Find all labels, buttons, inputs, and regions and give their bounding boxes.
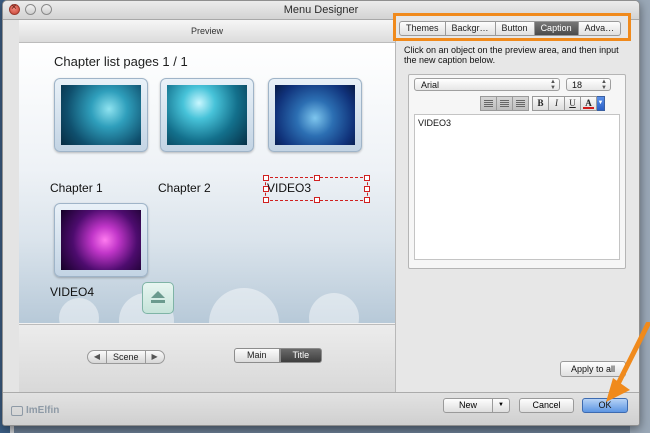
select-arrows-icon: ▲ ▼ bbox=[601, 79, 607, 91]
bokeh-decoration bbox=[309, 293, 359, 323]
underline-button[interactable]: U bbox=[564, 96, 581, 111]
bold-button[interactable]: B bbox=[532, 96, 549, 111]
caption-instruction: Click on an object on the preview area, … bbox=[404, 45, 619, 65]
scene-navigator: ◀ Scene ▶ bbox=[87, 350, 165, 364]
chapter-thumbnail-3[interactable] bbox=[268, 78, 362, 152]
page-title: Chapter list pages 1 / 1 bbox=[54, 54, 188, 69]
monitor-icon bbox=[11, 405, 23, 416]
chapter-thumbnail-1[interactable] bbox=[54, 78, 148, 152]
tab-advanced[interactable]: Adva… bbox=[578, 21, 622, 36]
align-left-icon bbox=[484, 100, 493, 107]
settings-tabs: Themes Backgr… Button Caption Adva… bbox=[399, 21, 622, 36]
bokeh-decoration bbox=[59, 298, 99, 323]
resize-handle[interactable] bbox=[364, 186, 370, 192]
preview-area[interactable]: Chapter list pages 1 / 1 Chapter 1 Chapt… bbox=[19, 43, 395, 323]
chapter-caption-2[interactable]: Chapter 2 bbox=[158, 181, 211, 195]
preview-footer: ◀ Scene ▶ Main Title bbox=[19, 324, 395, 393]
tabs-highlight-frame: Themes Backgr… Button Caption Adva… bbox=[393, 13, 631, 41]
bottom-bar: ImElfin New ▼ Cancel OK bbox=[3, 392, 639, 425]
color-dropdown-icon[interactable]: ▼ bbox=[596, 96, 605, 111]
underwater-cave-image bbox=[61, 85, 141, 145]
chapter-caption-1[interactable]: Chapter 1 bbox=[50, 181, 103, 195]
caption-editor: Arial ▲ ▼ 18 ▲ ▼ B I U A ▼ VIDEO3 bbox=[408, 74, 626, 269]
new-button[interactable]: New ▼ bbox=[443, 398, 510, 413]
font-family-value: Arial bbox=[421, 80, 440, 90]
resize-handle[interactable] bbox=[364, 175, 370, 181]
resize-handle[interactable] bbox=[314, 175, 320, 181]
main-title-toggle: Main Title bbox=[234, 348, 323, 363]
align-center-button[interactable] bbox=[496, 96, 513, 111]
previous-scene-button[interactable]: ◀ bbox=[87, 350, 107, 364]
tab-button[interactable]: Button bbox=[495, 21, 535, 36]
pointer-arrow-icon bbox=[606, 322, 650, 402]
chapter-thumbnail-4[interactable] bbox=[54, 203, 148, 277]
chapter-thumbnail-2[interactable] bbox=[160, 78, 254, 152]
brand-name: ImElfin bbox=[26, 405, 60, 416]
text-color-button[interactable]: A bbox=[580, 96, 597, 111]
new-dropdown-icon[interactable]: ▼ bbox=[493, 399, 509, 412]
align-center-icon bbox=[500, 100, 509, 107]
cancel-button[interactable]: Cancel bbox=[519, 398, 574, 413]
underwater-light-image bbox=[167, 85, 247, 145]
resize-handle[interactable] bbox=[314, 197, 320, 203]
resize-handle[interactable] bbox=[263, 197, 269, 203]
menu-designer-window: Menu Designer Preview Chapter list pages… bbox=[2, 0, 640, 426]
align-right-button[interactable] bbox=[512, 96, 529, 111]
preview-header: Preview bbox=[19, 20, 395, 43]
tab-background[interactable]: Backgr… bbox=[445, 21, 496, 36]
italic-button[interactable]: I bbox=[548, 96, 565, 111]
fish-school-image bbox=[275, 85, 355, 145]
tab-caption[interactable]: Caption bbox=[534, 21, 579, 36]
chapter-caption-3[interactable]: VIDEO3 bbox=[267, 181, 311, 195]
chapter-caption-4[interactable]: VIDEO4 bbox=[50, 285, 94, 299]
font-size-value: 18 bbox=[572, 80, 583, 90]
align-right-icon bbox=[516, 100, 525, 107]
new-button-label: New bbox=[444, 399, 493, 412]
brand-logo: ImElfin bbox=[11, 405, 59, 416]
resize-handle[interactable] bbox=[364, 197, 370, 203]
scene-label: Scene bbox=[107, 350, 145, 364]
caption-text-input[interactable]: VIDEO3 bbox=[414, 114, 620, 260]
format-toolbar: B I U A ▼ bbox=[480, 96, 605, 111]
next-scene-button[interactable]: ▶ bbox=[144, 350, 165, 364]
tab-themes[interactable]: Themes bbox=[399, 21, 446, 36]
pink-jellyfish-image bbox=[61, 210, 141, 270]
bokeh-decoration bbox=[209, 288, 279, 323]
up-menu-button[interactable] bbox=[142, 282, 174, 314]
main-tab-button[interactable]: Main bbox=[234, 348, 280, 363]
font-size-select[interactable]: 18 ▲ ▼ bbox=[566, 78, 611, 91]
select-arrows-icon: ▲ ▼ bbox=[550, 79, 556, 91]
title-tab-button[interactable]: Title bbox=[279, 348, 323, 363]
align-left-button[interactable] bbox=[480, 96, 497, 111]
font-family-select[interactable]: Arial ▲ ▼ bbox=[414, 78, 560, 91]
preview-panel: Preview Chapter list pages 1 / 1 Chapter… bbox=[19, 20, 396, 393]
